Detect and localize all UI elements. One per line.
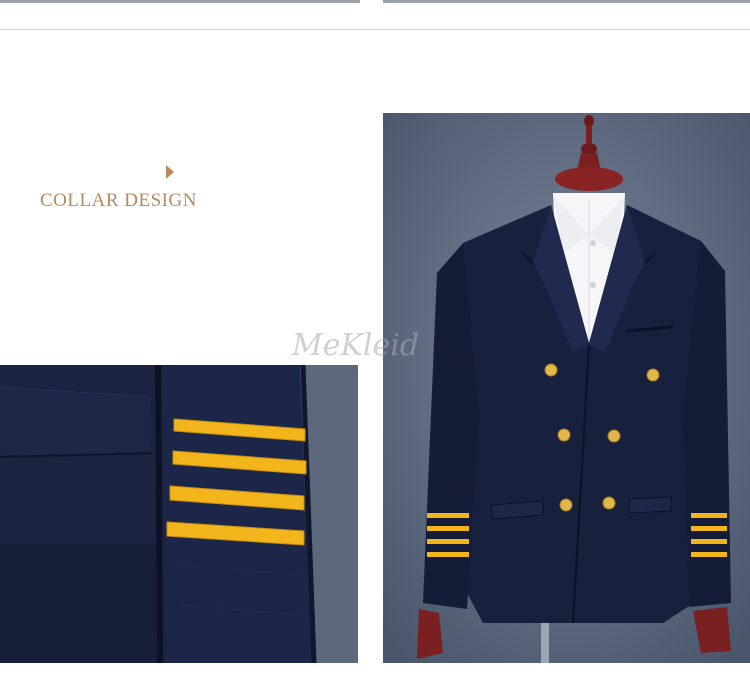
section-title: COLLAR DESIGN — [40, 190, 197, 211]
top-image-edge-left — [0, 0, 360, 3]
divider — [0, 29, 750, 30]
previous-section-edge — [0, 0, 750, 30]
top-image-edge-right — [383, 0, 750, 3]
sleeve-closeup-image — [0, 365, 358, 663]
watermark: MeKleid — [292, 328, 420, 363]
caret-right-icon — [166, 165, 174, 179]
jacket-mannequin-image — [383, 113, 750, 663]
